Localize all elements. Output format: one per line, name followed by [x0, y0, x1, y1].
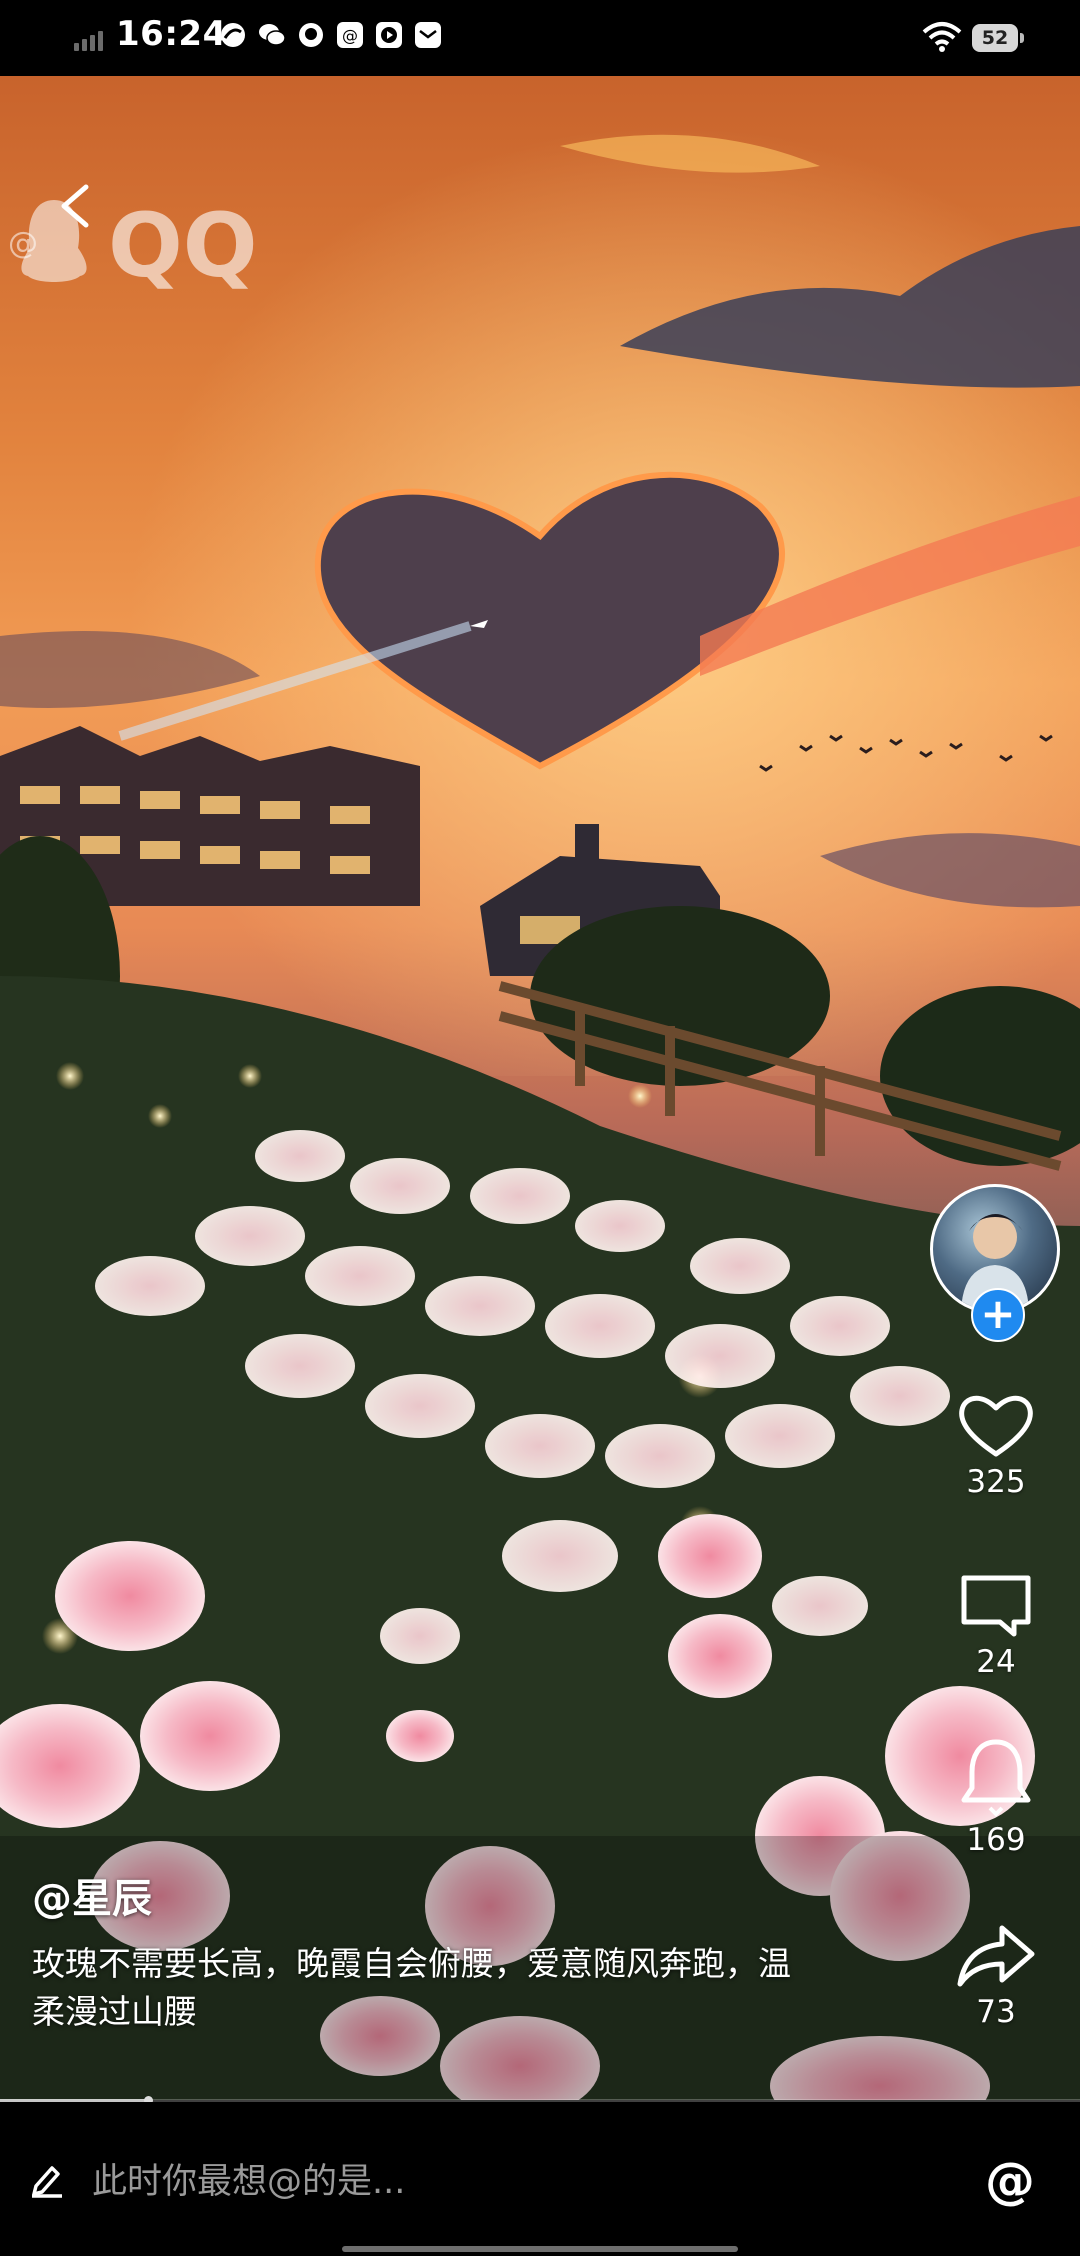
- wifi-icon: [922, 22, 962, 52]
- notification-icons: @: [218, 20, 443, 50]
- share-count: 73: [976, 1994, 1016, 2030]
- status-bar: 16:24 @ 52: [0, 0, 1080, 76]
- heart-icon: [959, 1395, 1033, 1457]
- comment-icon: [961, 1575, 1031, 1637]
- video-player[interactable]: QQ @: [0, 76, 1080, 2100]
- status-time: 16:24: [116, 14, 227, 54]
- home-indicator[interactable]: [342, 2246, 738, 2252]
- bell-icon: [961, 1739, 1031, 1817]
- remind-button[interactable]: 169: [924, 1736, 1068, 1858]
- like-button[interactable]: 325: [924, 1390, 1068, 1500]
- comment-count: 24: [976, 1644, 1016, 1680]
- remind-count: 169: [966, 1822, 1026, 1858]
- svg-text:@: @: [342, 26, 358, 45]
- weibo-icon: @: [335, 20, 365, 50]
- chevron-left-icon: [61, 184, 89, 228]
- watermark-handle: @: [8, 226, 38, 261]
- author-avatar-group: +: [930, 1184, 1062, 1342]
- wechat-icon: [257, 20, 287, 50]
- author-name[interactable]: @星辰: [32, 1866, 152, 1924]
- share-icon: [957, 1925, 1035, 1987]
- like-count: 325: [966, 1464, 1026, 1500]
- share-button[interactable]: 73: [924, 1920, 1068, 2030]
- battery-icon: 52: [972, 24, 1024, 52]
- back-button[interactable]: [44, 176, 104, 236]
- comment-bar: @: [0, 2102, 1080, 2256]
- svg-text:QQ: QQ: [108, 194, 258, 296]
- video-icon: [374, 20, 404, 50]
- mention-button[interactable]: @: [982, 2154, 1038, 2210]
- comment-button[interactable]: 24: [924, 1570, 1068, 1680]
- signal-icon: [74, 27, 108, 51]
- edit-icon: [32, 2166, 62, 2198]
- video-frame-image: [0, 76, 1080, 2100]
- follow-button[interactable]: +: [971, 1288, 1025, 1342]
- comment-input[interactable]: [90, 2152, 874, 2212]
- video-caption: 玫瑰不需要长高，晚霞自会俯腰，爱意随风奔跑，温柔漫过山腰: [32, 1944, 791, 2031]
- qq-icon: [296, 20, 326, 50]
- qq-browser-icon: [218, 20, 248, 50]
- mail-icon: [413, 20, 443, 50]
